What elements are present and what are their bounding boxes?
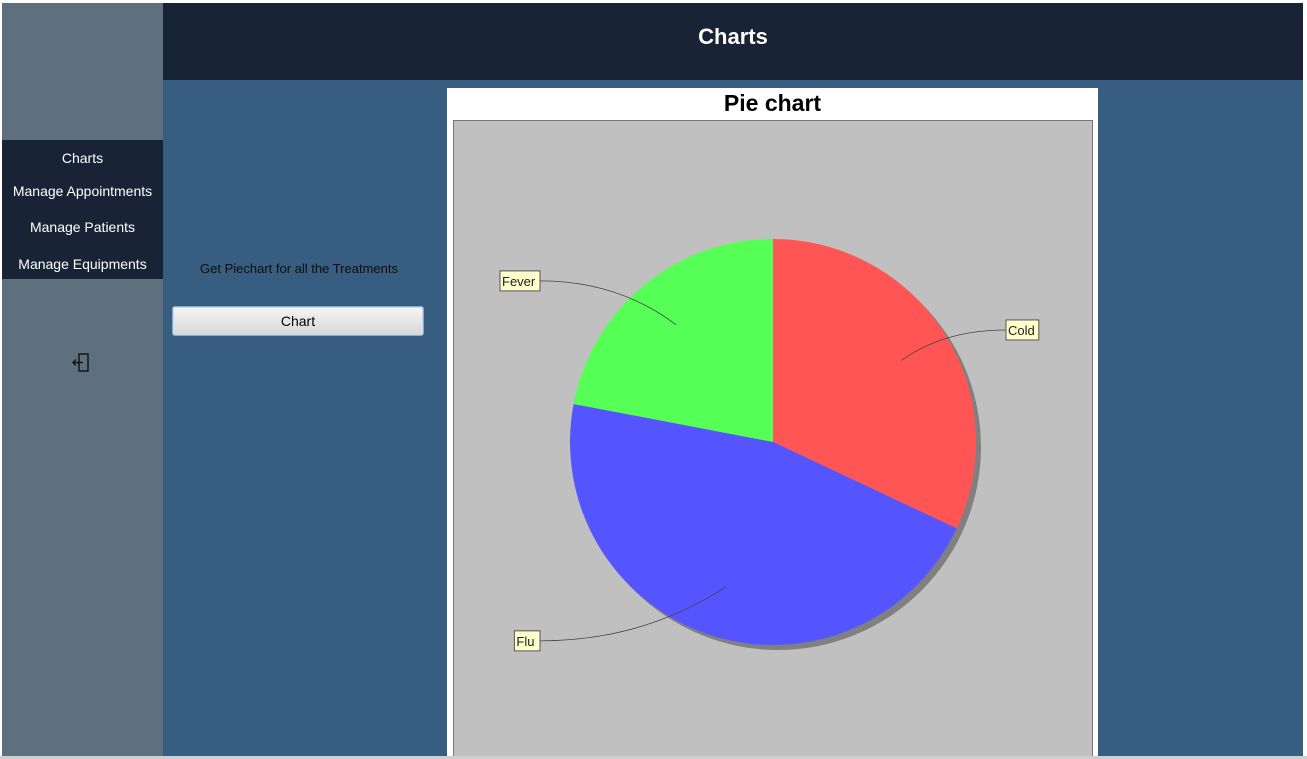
chart-button[interactable]: Chart xyxy=(172,306,424,336)
sidebar-nav: Charts Manage Appointments Manage Patien… xyxy=(2,140,163,279)
header-bar: Charts xyxy=(163,3,1303,80)
app-window: Charts Manage Appointments Manage Patien… xyxy=(2,3,1303,756)
chart-title: Pie chart xyxy=(723,90,822,116)
sidebar-item-manage-appointments[interactable]: Manage Appointments xyxy=(2,183,163,199)
sidebar-item-manage-patients[interactable]: Manage Patients xyxy=(2,219,163,235)
sidebar-item-charts[interactable]: Charts xyxy=(2,150,163,166)
label-text: Cold xyxy=(1008,323,1035,338)
sidebar: Charts Manage Appointments Manage Patien… xyxy=(2,3,163,756)
label-text: Fever xyxy=(502,274,536,289)
pie-chart: Cold Flu Fever xyxy=(453,120,1093,756)
logout-icon[interactable] xyxy=(72,352,92,374)
chart-panel: Pie chart Cold Flu Fever xyxy=(447,88,1098,756)
label-text: Flu xyxy=(516,634,534,649)
sidebar-item-manage-equipments[interactable]: Manage Equipments xyxy=(2,256,163,272)
piechart-prompt-text: Get Piechart for all the Treatments xyxy=(200,261,398,276)
page-title: Charts xyxy=(698,24,768,49)
